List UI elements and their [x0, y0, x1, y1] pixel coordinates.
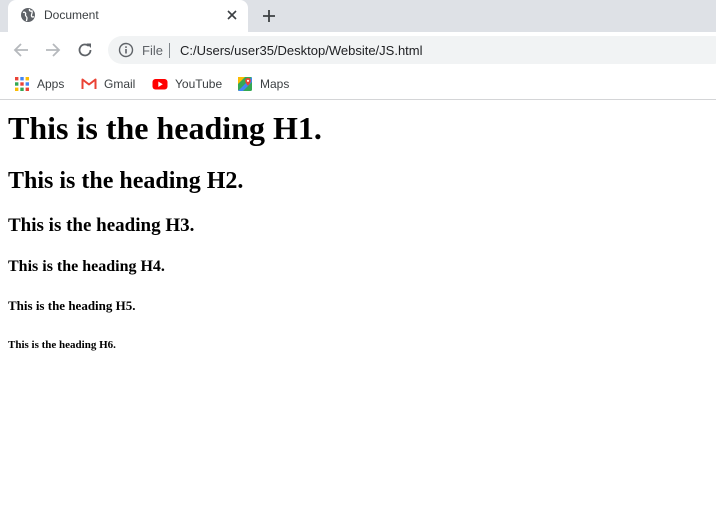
bookmark-apps[interactable]: Apps: [14, 74, 64, 94]
maps-icon: [238, 77, 252, 91]
tab-title: Document: [44, 8, 99, 22]
reload-icon: [78, 43, 92, 57]
tab-strip: Document: [0, 0, 716, 32]
omnibox-divider: [169, 43, 170, 58]
tab-document[interactable]: Document: [8, 0, 248, 32]
bookmark-label: Gmail: [104, 77, 136, 91]
bookmarks-bar: Apps Gmail YouTube Maps: [0, 68, 716, 100]
globe-icon: [21, 8, 35, 22]
plus-icon: [263, 10, 275, 22]
forward-button[interactable]: [43, 40, 63, 60]
bookmark-maps[interactable]: Maps: [237, 74, 289, 94]
youtube-icon: [152, 79, 168, 90]
bookmark-label: Apps: [37, 77, 65, 91]
gmail-icon: [81, 78, 97, 89]
heading-h4: This is the heading H4.: [8, 258, 165, 275]
info-icon[interactable]: [118, 42, 134, 58]
heading-h6: This is the heading H6.: [8, 339, 116, 351]
arrow-back-icon: [13, 43, 28, 57]
url-text[interactable]: C:/Users/user35/Desktop/Website/JS.html: [180, 43, 423, 58]
bookmark-youtube[interactable]: YouTube: [152, 74, 222, 94]
page-content: This is the heading H1. This is the head…: [0, 101, 716, 521]
reload-button[interactable]: [75, 40, 95, 60]
address-bar[interactable]: File C:/Users/user35/Desktop/Website/JS.…: [108, 36, 716, 64]
heading-h5: This is the heading H5.: [8, 298, 136, 313]
bookmark-gmail[interactable]: Gmail: [81, 74, 135, 94]
close-icon: [227, 10, 237, 20]
bookmark-label: YouTube: [175, 77, 223, 91]
bookmark-label: Maps: [260, 77, 290, 91]
tab-close-button[interactable]: [224, 7, 240, 23]
heading-h1: This is the heading H1.: [8, 110, 322, 146]
new-tab-button[interactable]: [259, 6, 279, 26]
heading-h3: This is the heading H3.: [8, 215, 195, 236]
scheme-label: File: [142, 43, 163, 58]
back-button[interactable]: [11, 40, 31, 60]
arrow-forward-icon: [46, 43, 61, 57]
browser-toolbar: File C:/Users/user35/Desktop/Website/JS.…: [0, 32, 716, 68]
apps-grid-icon: [15, 77, 29, 91]
heading-h2: This is the heading H2.: [8, 168, 244, 194]
